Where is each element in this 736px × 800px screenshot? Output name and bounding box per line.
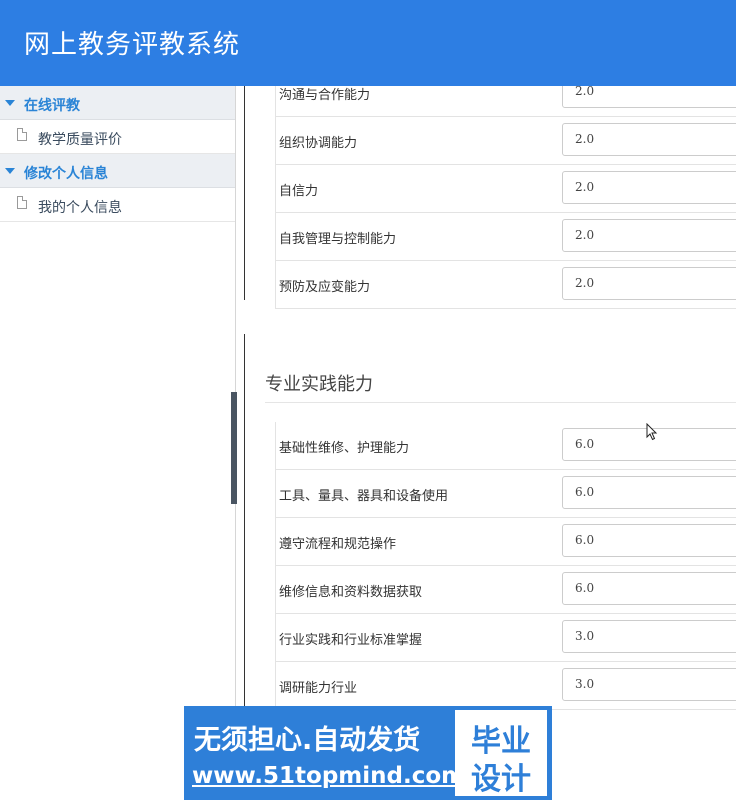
document-icon — [17, 128, 27, 141]
sidebar-group-label: 在线评教 — [24, 98, 80, 114]
watermark-banner: 无须担心.自动发货 www.51topmind.com 毕业 设计 — [184, 706, 552, 800]
score-input[interactable]: 2.0 — [562, 219, 736, 252]
section-divider — [265, 402, 736, 403]
expand-triangle-icon — [5, 100, 15, 106]
criterion-label: 组织协调能力 — [279, 136, 358, 151]
score-input[interactable]: 2.0 — [562, 171, 736, 204]
criterion-label: 沟通与合作能力 — [279, 88, 371, 103]
sidebar-nav: 在线评教 教学质量评价 修改个人信息 我的个人信息 — [0, 86, 236, 800]
criterion-label: 维修信息和资料数据获取 — [279, 585, 423, 600]
form-row: 行业实践和行业标准掌握 3.0 — [275, 614, 736, 662]
score-input[interactable]: 3.0 — [562, 668, 736, 701]
watermark-text: 无须担心.自动发货 — [194, 725, 421, 756]
app-header: 网上教务评教系统 — [0, 0, 736, 86]
app-title: 网上教务评教系统 — [24, 30, 241, 60]
score-input[interactable]: 6.0 — [562, 524, 736, 557]
form-row: 维修信息和资料数据获取 6.0 — [275, 566, 736, 614]
watermark-url: www.51topmind.com — [192, 763, 466, 789]
criterion-label: 工具、量具、器具和设备使用 — [279, 489, 449, 504]
document-icon — [17, 196, 27, 209]
score-input[interactable]: 2.0 — [562, 123, 736, 156]
section-title: 专业实践能力 — [265, 374, 373, 395]
criterion-label: 调研能力行业 — [279, 681, 358, 696]
form-row: 遵守流程和规范操作 6.0 — [275, 518, 736, 566]
form-row: 自信力 2.0 — [275, 165, 736, 213]
form-row: 调研能力行业 3.0 — [275, 662, 736, 710]
form-row: 预防及应变能力 2.0 — [275, 261, 736, 309]
score-input[interactable]: 3.0 — [562, 620, 736, 653]
evaluation-form: 沟通与合作能力 2.0 组织协调能力 2.0 自信力 2.0 自我管理与控制能力… — [245, 86, 736, 800]
score-input[interactable]: 2.0 — [562, 267, 736, 300]
form-row: 工具、量具、器具和设备使用 6.0 — [275, 470, 736, 518]
criterion-label: 基础性维修、护理能力 — [279, 441, 410, 456]
sidebar-item-teaching-evaluation[interactable]: 教学质量评价 — [0, 120, 235, 154]
score-input[interactable]: 6.0 — [562, 476, 736, 509]
form-row: 组织协调能力 2.0 — [275, 117, 736, 165]
criterion-label: 自信力 — [279, 184, 319, 199]
sidebar-item-my-profile[interactable]: 我的个人信息 — [0, 188, 235, 222]
expand-triangle-icon — [5, 168, 15, 174]
sidebar-resize-handle[interactable] — [231, 392, 237, 504]
criterion-label: 自我管理与控制能力 — [279, 232, 397, 247]
form-row: 基础性维修、护理能力 6.0 — [275, 422, 736, 470]
sidebar-group-edit-profile[interactable]: 修改个人信息 — [0, 154, 235, 188]
sidebar-item-label: 我的个人信息 — [38, 200, 122, 216]
sidebar-group-online-evaluation[interactable]: 在线评教 — [0, 86, 235, 120]
score-input[interactable]: 2.0 — [562, 86, 736, 108]
mouse-cursor-icon — [646, 423, 658, 441]
criterion-label: 行业实践和行业标准掌握 — [279, 633, 423, 648]
watermark-badge-text: 设计 — [471, 762, 531, 797]
sidebar-item-label: 教学质量评价 — [38, 132, 122, 148]
sidebar-group-label: 修改个人信息 — [24, 166, 108, 182]
criterion-label: 遵守流程和规范操作 — [279, 537, 397, 552]
form-row: 自我管理与控制能力 2.0 — [275, 213, 736, 261]
form-row: 沟通与合作能力 2.0 — [275, 86, 736, 117]
watermark-badge: 毕业 设计 — [455, 710, 547, 797]
criterion-label: 预防及应变能力 — [279, 280, 371, 295]
score-input[interactable]: 6.0 — [562, 572, 736, 605]
